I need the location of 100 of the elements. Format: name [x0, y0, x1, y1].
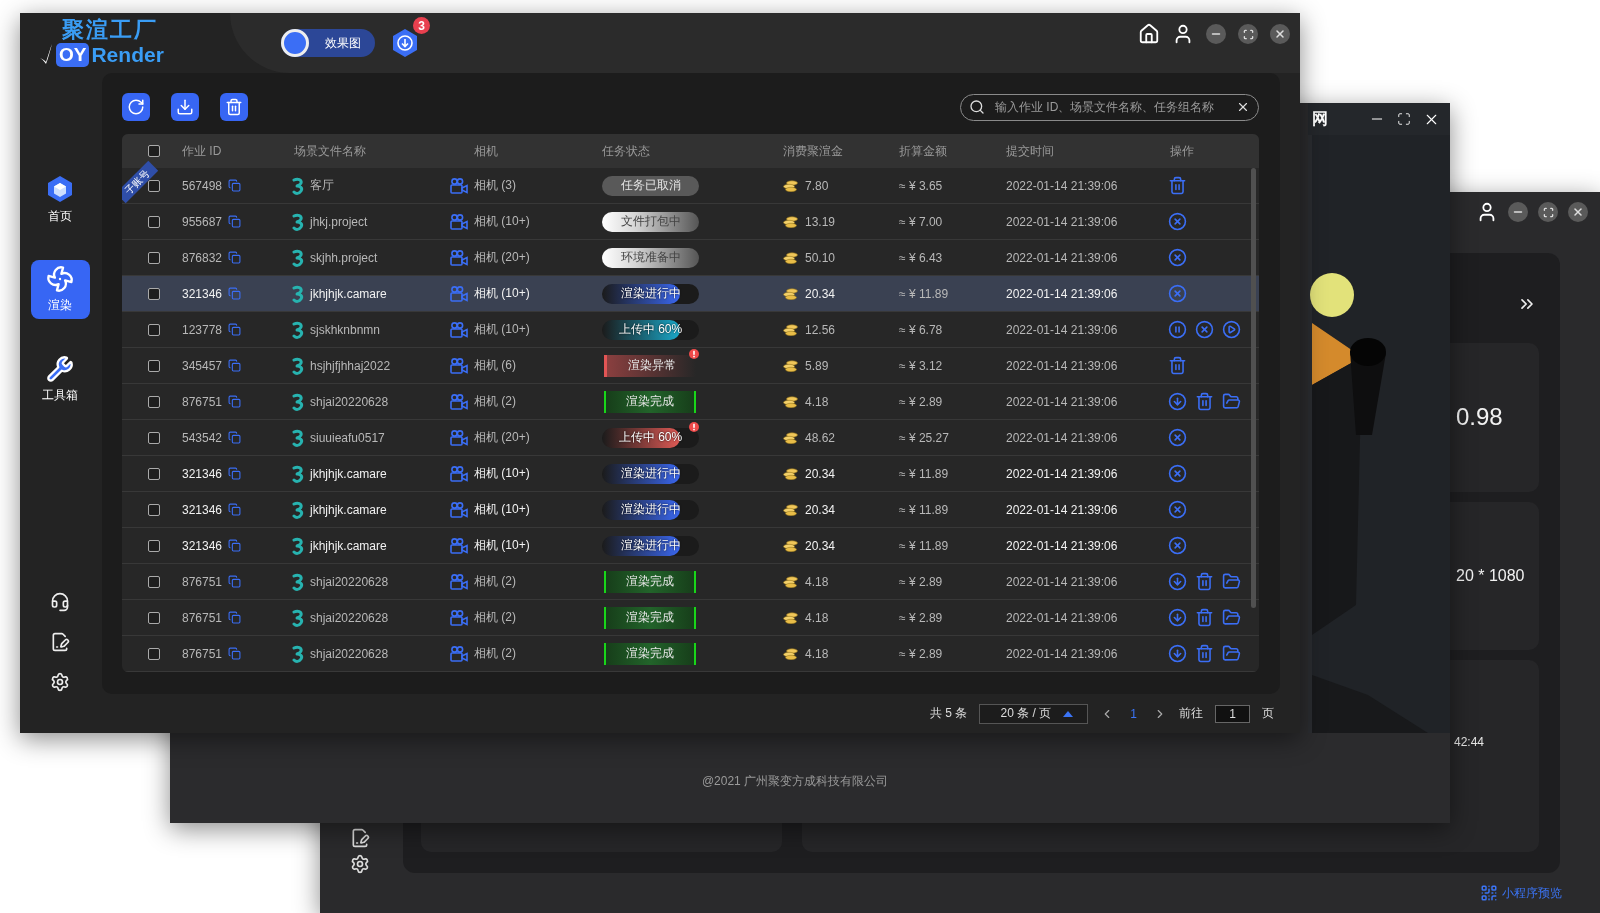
copy-icon[interactable]: [228, 215, 242, 228]
clear-icon[interactable]: [1236, 100, 1250, 114]
settings-icon[interactable]: [350, 854, 370, 874]
play-icon[interactable]: [1222, 320, 1241, 339]
download-icon[interactable]: [1168, 572, 1187, 591]
row-checkbox[interactable]: [148, 359, 160, 372]
circle-x-icon[interactable]: [1168, 428, 1187, 447]
sidebar-item[interactable]: 工具箱: [30, 350, 90, 409]
goto-page-input[interactable]: 1: [1215, 704, 1250, 723]
table-row[interactable]: 876751 shjai20220628 相机 (2) 渲染完成 4.18 ≈ ¥ 2.89 2022-01-14 21:39:06: [122, 564, 1259, 600]
copy-icon[interactable]: [228, 359, 242, 372]
coins-icon: [783, 215, 798, 228]
copy-icon[interactable]: [228, 611, 242, 624]
folder-icon[interactable]: [1222, 572, 1241, 591]
circle-x-icon[interactable]: [1195, 320, 1214, 339]
mode-toggle[interactable]: 效果图: [281, 29, 375, 57]
copy-icon[interactable]: [228, 179, 242, 192]
minimize-button[interactable]: [1206, 24, 1226, 44]
coins-icon: [783, 359, 798, 372]
trash-icon[interactable]: [1168, 176, 1187, 195]
copy-icon[interactable]: [228, 575, 242, 588]
maximize-button[interactable]: [1238, 24, 1258, 44]
select-all-checkbox[interactable]: [148, 145, 160, 157]
scrollbar[interactable]: [1251, 168, 1256, 608]
circle-x-icon[interactable]: [1168, 248, 1187, 267]
table-row[interactable]: 321346 jkhjhjk.camare 相机 (10+) 渲染进行中 20.34 ≈ ¥ 11.89 2022-01-14 21:39:06: [122, 528, 1259, 564]
search-input[interactable]: 输入作业 ID、场景文件名称、任务组名称: [993, 99, 1228, 115]
table-row[interactable]: 321346 jkhjhjk.camare 相机 (10+) 渲染进行中 20.34 ≈ ¥ 11.89 2022-01-14 21:39:06: [122, 276, 1259, 312]
trash-icon[interactable]: [1195, 608, 1214, 627]
folder-icon[interactable]: [1222, 644, 1241, 663]
row-checkbox[interactable]: [148, 431, 160, 444]
copy-icon[interactable]: [228, 539, 242, 552]
table-row[interactable]: 955687 jhkj.project 相机 (10+) 文件打包中 13.19 ≈ ¥ 7.00 2022-01-14 21:39:06: [122, 204, 1259, 240]
table-row[interactable]: 876751 shjai20220628 相机 (2) 渲染完成 4.18 ≈ ¥ 2.89 2022-01-14 21:39:06: [122, 384, 1259, 420]
download-icon[interactable]: [1168, 392, 1187, 411]
maximize-button[interactable]: [1538, 202, 1558, 222]
trash-icon[interactable]: [1195, 572, 1214, 591]
table-row[interactable]: 876751 shjai20220628 相机 (2) 渲染完成 4.18 ≈ ¥ 2.89 2022-01-14 21:39:06: [122, 636, 1259, 672]
copy-icon[interactable]: [228, 467, 242, 480]
delete-button[interactable]: [220, 93, 248, 121]
circle-x-icon[interactable]: [1168, 500, 1187, 519]
download-icon[interactable]: [1168, 608, 1187, 627]
row-checkbox[interactable]: [148, 287, 160, 300]
row-checkbox[interactable]: [148, 611, 160, 624]
row-checkbox[interactable]: [148, 467, 160, 480]
row-checkbox[interactable]: [148, 395, 160, 408]
folder-icon[interactable]: [1222, 608, 1241, 627]
edit-note-icon[interactable]: [50, 632, 70, 652]
sidebar-item[interactable]: 首页: [30, 170, 90, 229]
refresh-icon: [127, 98, 145, 116]
submit-time: 2022-01-14 21:39:06: [1006, 394, 1118, 409]
download-hexagon-icon[interactable]: [391, 28, 419, 58]
table-row[interactable]: 345457 hsjhjfjhhaj2022 相机 (6) 渲染异常 5.89 ≈ ¥ 3.12 2022-01-14 21:39:06: [122, 348, 1259, 384]
edit-note-icon[interactable]: [350, 828, 370, 848]
copy-icon[interactable]: [228, 323, 242, 336]
row-checkbox[interactable]: [148, 323, 160, 336]
row-checkbox[interactable]: [148, 647, 160, 660]
settings-icon[interactable]: [50, 672, 70, 692]
download-button[interactable]: [171, 93, 199, 121]
circle-x-icon[interactable]: [1168, 212, 1187, 231]
copy-icon[interactable]: [228, 431, 242, 444]
minimize-button[interactable]: [1508, 202, 1528, 222]
row-checkbox[interactable]: [148, 179, 160, 192]
headset-icon[interactable]: [50, 592, 70, 612]
table-row[interactable]: 321346 jkhjhjk.camare 相机 (10+) 渲染进行中 20.34 ≈ ¥ 11.89 2022-01-14 21:39:06: [122, 492, 1259, 528]
cost-value: 48.62: [805, 430, 836, 445]
trash-icon[interactable]: [1168, 356, 1187, 375]
refresh-button[interactable]: [122, 93, 150, 121]
circle-x-icon[interactable]: [1168, 536, 1187, 555]
row-checkbox[interactable]: [148, 215, 160, 228]
close-icon: [1572, 206, 1584, 218]
copy-icon[interactable]: [228, 251, 242, 264]
close-button[interactable]: [1568, 202, 1588, 222]
page-size-select[interactable]: 20 条 / 页: [979, 703, 1089, 724]
row-checkbox[interactable]: [148, 575, 160, 588]
job-id: 567498: [182, 178, 223, 193]
close-button[interactable]: [1270, 24, 1290, 44]
table-row[interactable]: 321346 jkhjhjk.camare 相机 (10+) 渲染进行中 20.34 ≈ ¥ 11.89 2022-01-14 21:39:06: [122, 456, 1259, 492]
download-icon[interactable]: [1168, 644, 1187, 663]
circle-x-icon[interactable]: [1168, 464, 1187, 483]
page-number[interactable]: 1: [1126, 706, 1141, 721]
row-checkbox[interactable]: [148, 503, 160, 516]
folder-icon[interactable]: [1222, 392, 1241, 411]
coins-icon: [783, 611, 798, 624]
table-row[interactable]: 876751 shjai20220628 相机 (2) 渲染完成 4.18 ≈ ¥ 2.89 2022-01-14 21:39:06: [122, 600, 1259, 636]
copy-icon[interactable]: [228, 395, 242, 408]
swirl-icon: [292, 356, 304, 375]
home-icon[interactable]: [1138, 23, 1160, 45]
row-checkbox[interactable]: [148, 251, 160, 264]
copy-icon[interactable]: [228, 647, 242, 660]
preview-link[interactable]: 小程序预览: [1502, 884, 1562, 902]
amount-value: ≈ ¥ 11.89: [899, 502, 949, 517]
sidebar-item[interactable]: 渲染: [30, 260, 90, 319]
trash-icon[interactable]: [1195, 392, 1214, 411]
trash-icon[interactable]: [1195, 644, 1214, 663]
row-checkbox[interactable]: [148, 539, 160, 552]
pause-icon[interactable]: [1168, 320, 1187, 339]
maximize-icon[interactable]: [1397, 112, 1411, 126]
qr-code-icon[interactable]: [1480, 884, 1498, 902]
copy-icon[interactable]: [228, 503, 242, 516]
